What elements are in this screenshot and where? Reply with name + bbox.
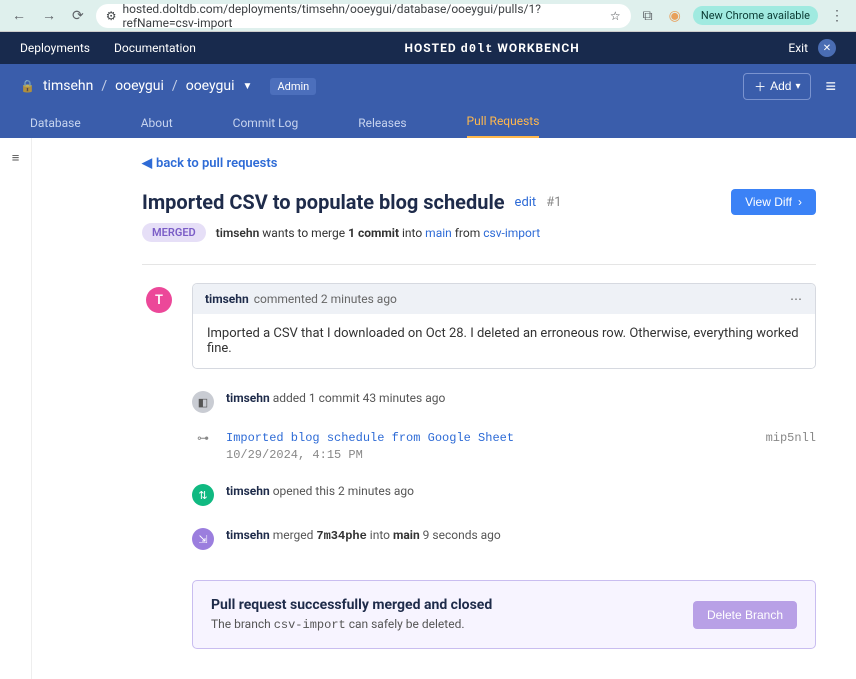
bookmark-star-icon[interactable]: ☆ [610,9,621,23]
success-heading: Pull request successfully merged and clo… [211,597,492,613]
app-top-bar: Deployments Documentation HOSTED d0lt WO… [0,32,856,64]
merged-hash[interactable]: 7m34phe [316,529,366,543]
chevron-right-icon: › [798,195,802,209]
crumb-database[interactable]: ooeygui [186,78,235,94]
plus-icon: ＋ [754,78,766,95]
commit-added-icon: ◧ [192,391,214,413]
site-info-icon[interactable]: ⚙ [106,9,117,23]
tab-about[interactable]: About [141,116,173,138]
tab-releases[interactable]: Releases [358,116,406,138]
pr-number: #1 [546,195,561,210]
back-icon[interactable]: ← [8,7,30,24]
view-diff-button[interactable]: View Diff › [731,189,816,215]
url-bar[interactable]: ⚙ hosted.doltdb.com/deployments/timsehn/… [96,4,631,28]
tab-database[interactable]: Database [30,116,81,138]
nav-documentation[interactable]: Documentation [114,41,196,55]
chevron-down-icon: ▾ [795,81,800,92]
browser-toolbar: ← → ⟳ ⚙ hosted.doltdb.com/deployments/ti… [0,0,856,32]
commit-dot-icon: ⊶ [192,431,214,446]
role-badge: Admin [270,78,316,95]
add-button[interactable]: ＋ Add ▾ [743,73,811,100]
pr-merged-icon: ⇲ [192,528,214,550]
comment: timsehn commented 2 minutes ago ⋯ Import… [192,283,816,369]
exit-link[interactable]: Exit [788,41,808,55]
crumb-deployment[interactable]: ooeygui [115,78,164,94]
chevron-left-icon: ◀ [142,156,152,171]
crumb-dropdown-icon[interactable]: ▼ [243,81,253,92]
breadcrumb: 🔒 timsehn / ooeygui / ooeygui ▼ Admin [20,78,316,95]
profile-icon[interactable]: ◉ [665,8,685,24]
commit-entry: ⊶ Imported blog schedule from Google She… [192,431,816,462]
db-tabs: Database About Commit Log Releases Pull … [0,108,856,138]
avatar: T [146,287,172,313]
reload-icon[interactable]: ⟳ [68,8,88,24]
commit-message-link[interactable]: Imported blog schedule from Google Sheet [226,431,514,445]
success-subtext: The branch csv-import can safely be dele… [211,617,492,632]
browser-menu-icon[interactable]: ⋮ [826,8,848,24]
event-added-commit: ◧ timsehn added 1 commit 43 minutes ago [192,391,816,413]
comment-body: Imported a CSV that I downloaded on Oct … [193,314,815,368]
extensions-icon[interactable]: ⧉ [639,8,657,24]
exit-close-icon[interactable]: ✕ [818,39,836,57]
event-merged: ⇲ timsehn merged 7m34phe into main 9 sec… [192,528,816,550]
merged-into-branch[interactable]: main [393,528,420,542]
commit-hash[interactable]: mip5nll [766,431,816,445]
pr-timeline: T timsehn commented 2 minutes ago ⋯ Impo… [192,283,816,649]
merge-success-box: Pull request successfully merged and clo… [192,580,816,649]
left-rail: ≡ [0,138,32,679]
tab-commit-log[interactable]: Commit Log [233,116,299,138]
chrome-update-badge[interactable]: New Chrome available [693,6,818,25]
tab-pull-requests[interactable]: Pull Requests [467,114,540,138]
edit-title-link[interactable]: edit [515,195,537,210]
comment-menu-icon[interactable]: ⋯ [790,292,803,306]
context-bar: 🔒 timsehn / ooeygui / ooeygui ▼ Admin ＋ … [0,64,856,108]
pr-opened-icon: ⇅ [192,484,214,506]
status-badge: MERGED [142,223,206,242]
main-content: ◀ back to pull requests Imported CSV to … [32,138,856,679]
url-text: hosted.doltdb.com/deployments/timsehn/oo… [123,2,604,30]
base-branch-link[interactable]: main [425,226,452,240]
forward-icon[interactable]: → [38,7,60,24]
brand-logo: HOSTED d0lt WORKBENCH [196,41,789,56]
nav-deployments[interactable]: Deployments [20,41,90,55]
delete-branch-button[interactable]: Delete Branch [693,601,797,629]
pr-status-row: MERGED timsehn wants to merge 1 commit i… [142,223,816,242]
menu-icon[interactable]: ≡ [825,76,836,97]
event-opened: ⇅ timsehn opened this 2 minutes ago [192,484,816,506]
crumb-owner[interactable]: timsehn [43,78,93,94]
back-to-pulls-link[interactable]: ◀ back to pull requests [142,156,816,171]
head-branch-link[interactable]: csv-import [483,226,540,240]
commit-date: 10/29/2024, 4:15 PM [226,448,514,462]
comment-meta: commented 2 minutes ago [254,292,397,306]
lock-icon: 🔒 [20,79,35,93]
divider [142,264,816,265]
merge-description: timsehn wants to merge 1 commit into mai… [216,226,540,240]
comment-author[interactable]: timsehn [205,292,249,306]
rail-menu-icon[interactable]: ≡ [12,151,20,166]
pr-title: Imported CSV to populate blog schedule [142,190,505,214]
